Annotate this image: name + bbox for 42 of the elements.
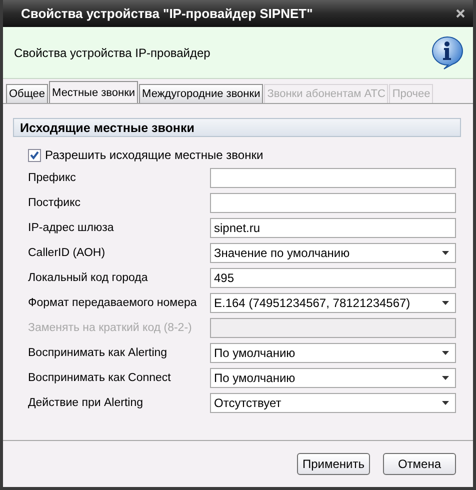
- checkbox-label: Разрешить исходящие местные звонки: [45, 148, 264, 162]
- cancel-button[interactable]: Отмена: [383, 453, 456, 475]
- tab[interactable]: Междугородние звонки: [139, 84, 264, 103]
- field-label: IP-адрес шлюза: [27, 222, 115, 234]
- dropdown-arrow-icon[interactable]: [442, 400, 449, 404]
- window-title: Свойства устройства "IP-провайдер SIPNET": [21, 6, 313, 21]
- field-label: Локальный код города: [27, 272, 149, 284]
- dropdown-field[interactable]: E.164 (74951234567, 78121234567): [210, 292, 456, 312]
- section-header: Исходящие местные звонки: [13, 118, 461, 137]
- dropdown-arrow-icon[interactable]: [442, 376, 449, 380]
- close-icon[interactable]: [456, 9, 465, 18]
- dropdown-value: По умолчанию: [214, 370, 296, 384]
- dropdown-value: Отсутствует: [214, 396, 282, 410]
- field-label: Воспринимать как Alerting: [27, 346, 168, 358]
- dropdown-field[interactable]: Отсутствует: [210, 392, 456, 412]
- tab[interactable]: Общее: [6, 84, 48, 103]
- field-label: Воспринимать как Connect: [27, 372, 172, 384]
- apply-button[interactable]: Применить: [297, 453, 370, 475]
- field-label: Заменять на краткий код (8-2-): [27, 322, 193, 334]
- tab[interactable]: Местные звонки: [49, 81, 138, 103]
- input-field[interactable]: [210, 168, 456, 188]
- dropdown-arrow-icon[interactable]: [442, 250, 449, 254]
- input-field[interactable]: 495: [210, 268, 456, 288]
- field-label: Действие при Alerting: [27, 396, 144, 408]
- field-label: CallerID (АОН): [27, 246, 106, 258]
- input-field[interactable]: [210, 192, 456, 212]
- dropdown-arrow-icon[interactable]: [442, 300, 449, 304]
- dropdown-field[interactable]: Значение по умолчанию: [210, 242, 456, 262]
- dropdown-field[interactable]: По умолчанию: [210, 342, 456, 362]
- field-label: Формат передаваемого номера: [27, 296, 198, 308]
- dropdown-value: По умолчанию: [214, 346, 296, 360]
- input-field[interactable]: [210, 318, 456, 338]
- header-text: Свойства устройства IP-провайдер: [14, 46, 210, 60]
- field-label: Префикс: [27, 172, 77, 184]
- info-icon: [431, 36, 463, 70]
- field-label: Постфикс: [27, 196, 82, 208]
- checkbox[interactable]: [28, 148, 41, 162]
- dropdown-field[interactable]: По умолчанию: [210, 368, 456, 388]
- dropdown-arrow-icon[interactable]: [442, 350, 449, 354]
- input-field[interactable]: sipnet.ru: [210, 218, 456, 238]
- dropdown-value: Значение по умолчанию: [214, 246, 350, 260]
- dropdown-value: E.164 (74951234567, 78121234567): [214, 296, 410, 310]
